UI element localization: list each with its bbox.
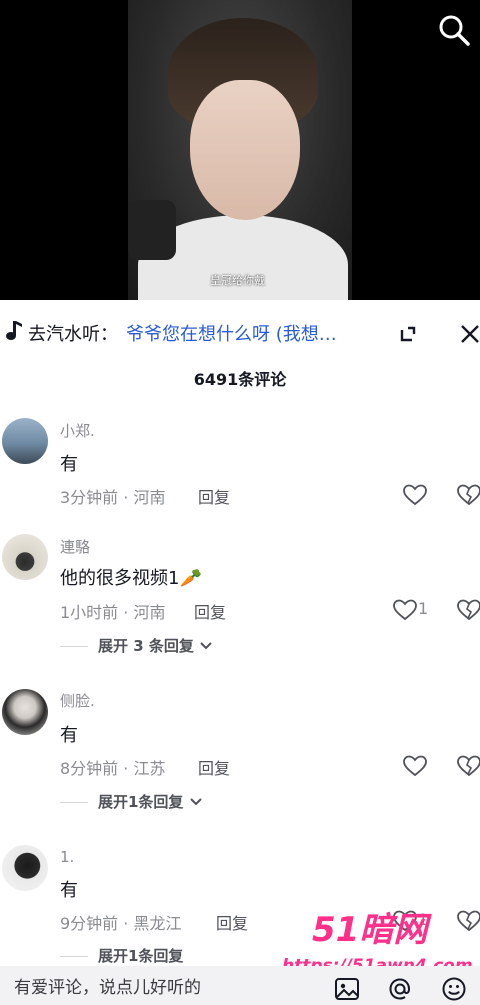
video-player[interactable]: 皇冠给你戴 <box>0 0 480 300</box>
divider <box>60 802 88 803</box>
broken-heart-icon[interactable] <box>456 754 480 778</box>
comment-time-location: 8分钟前 · 江苏 <box>60 759 166 778</box>
heart-icon[interactable] <box>402 754 428 778</box>
video-microphone <box>128 200 176 260</box>
search-icon[interactable] <box>436 12 472 48</box>
comment-text: 有 <box>60 725 78 746</box>
reply-button[interactable]: 回复 <box>216 910 248 934</box>
expand-icon[interactable] <box>390 316 426 352</box>
reply-button[interactable]: 回复 <box>198 755 230 779</box>
comment-time-location: 3分钟前 · 河南 <box>60 488 166 507</box>
reply-button[interactable]: 回复 <box>198 484 230 508</box>
comment-username[interactable]: 連駱 <box>60 536 90 557</box>
expand-replies-button[interactable]: 展开1条回复 <box>60 791 203 812</box>
expand-replies-label: 展开1条回复 <box>98 947 184 965</box>
reply-button[interactable]: 回复 <box>194 599 226 623</box>
avatar[interactable] <box>2 418 48 464</box>
comment-text: 有 <box>60 454 78 475</box>
emoji-icon[interactable] <box>440 975 468 1003</box>
comment-time-location: 9分钟前 · 黑龙江 <box>60 914 182 933</box>
expand-replies-label: 展开 3 条回复 <box>98 637 194 655</box>
comment-input[interactable] <box>12 972 316 1004</box>
comment-text: 有 <box>60 880 78 901</box>
watermark-logo: 51暗网 <box>312 910 428 950</box>
comment-username[interactable]: 侧脸. <box>60 690 95 711</box>
video-face <box>190 80 300 220</box>
expand-replies-button[interactable]: 展开1条回复 <box>60 945 183 966</box>
avatar[interactable] <box>2 689 48 735</box>
heart-icon[interactable] <box>402 483 428 507</box>
heart-icon[interactable] <box>392 598 418 622</box>
chevron-down-icon <box>189 798 202 806</box>
comment-username[interactable]: 小郑. <box>60 420 95 441</box>
video-frame: 皇冠给你戴 <box>128 0 352 300</box>
comment-time-location: 1小时前 · 河南 <box>60 603 166 622</box>
divider <box>60 646 88 647</box>
avatar[interactable] <box>2 845 48 891</box>
at-icon[interactable] <box>386 975 414 1003</box>
comment-username[interactable]: 1. <box>60 848 74 866</box>
divider <box>60 956 88 957</box>
close-icon[interactable] <box>452 316 480 352</box>
broken-heart-icon[interactable] <box>456 598 480 622</box>
chevron-down-icon <box>200 642 212 650</box>
image-icon[interactable] <box>333 975 361 1003</box>
music-note-icon <box>6 321 22 340</box>
like-count: 1 <box>418 599 429 618</box>
avatar[interactable] <box>2 534 48 580</box>
video-caption: 皇冠给你戴 <box>210 274 265 287</box>
music-title-link[interactable]: 爷爷您在想什么呀 (我想… <box>126 320 337 346</box>
expand-replies-label: 展开1条回复 <box>98 793 184 811</box>
music-source-label: 去汽水听： <box>28 324 118 345</box>
expand-replies-button[interactable]: 展开 3 条回复 <box>60 635 213 656</box>
comments-count: 6491条评论 <box>193 370 287 389</box>
broken-heart-icon[interactable] <box>456 483 480 507</box>
comment-text: 他的很多视频1🥕 <box>60 568 202 589</box>
